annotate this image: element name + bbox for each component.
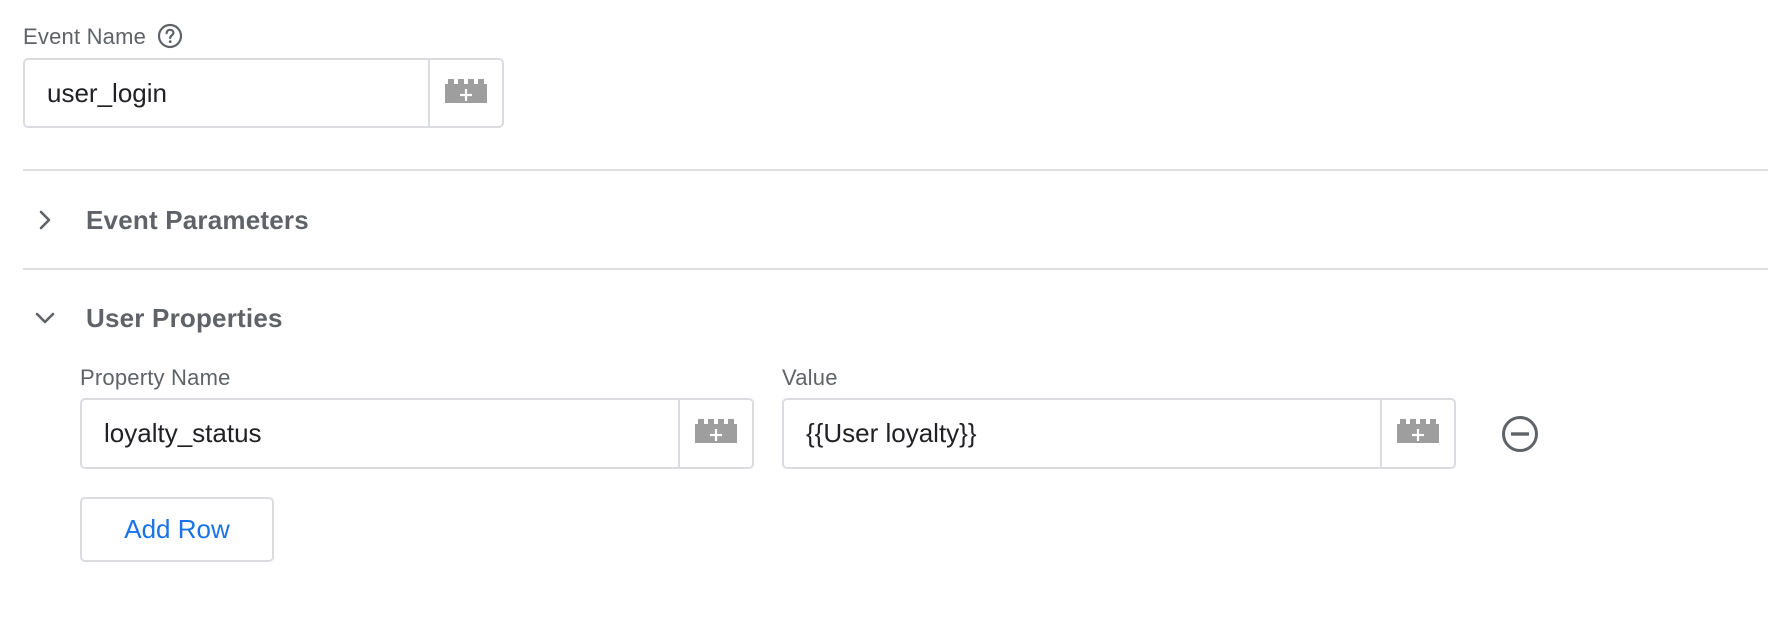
- variable-brick-icon: [695, 419, 737, 448]
- section-divider: [23, 268, 1768, 270]
- property-value-field: {{User loyalty}}: [782, 398, 1456, 469]
- property-value-input[interactable]: {{User loyalty}}: [784, 400, 1380, 467]
- property-value-variable-button[interactable]: [1380, 400, 1454, 467]
- event-name-label: Event Name: [23, 24, 147, 49]
- chevron-right-icon: [30, 209, 60, 231]
- help-icon[interactable]: [157, 23, 183, 49]
- value-column-label: Value: [782, 365, 838, 390]
- remove-circle-icon: [1500, 416, 1540, 458]
- user-properties-title: User Properties: [86, 302, 283, 333]
- event-parameters-title: Event Parameters: [86, 204, 309, 235]
- section-divider: [23, 169, 1768, 171]
- add-row-button[interactable]: Add Row: [80, 497, 274, 562]
- user-properties-section-header[interactable]: User Properties: [30, 298, 283, 338]
- variable-brick-icon: [1397, 419, 1439, 448]
- property-name-variable-button[interactable]: [678, 400, 752, 467]
- chevron-down-icon: [30, 309, 60, 327]
- event-name-variable-button[interactable]: [428, 60, 502, 126]
- variable-brick-icon: [445, 78, 487, 108]
- property-name-field: loyalty_status: [80, 398, 754, 469]
- property-name-input[interactable]: loyalty_status: [82, 400, 678, 467]
- event-name-input[interactable]: user_login: [25, 60, 428, 126]
- property-name-column-label: Property Name: [80, 365, 231, 390]
- event-name-field: user_login: [23, 58, 504, 128]
- remove-row-button[interactable]: [1500, 414, 1540, 454]
- event-parameters-section-header[interactable]: Event Parameters: [30, 200, 309, 240]
